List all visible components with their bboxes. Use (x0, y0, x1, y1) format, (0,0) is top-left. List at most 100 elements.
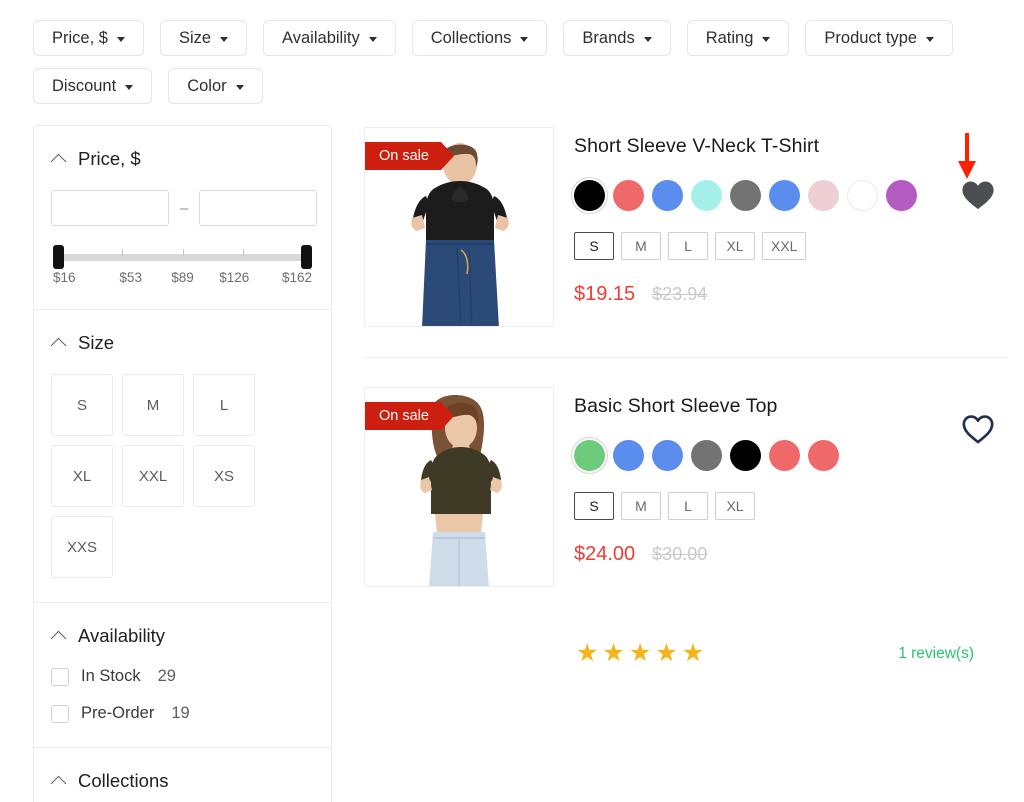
product-size-option[interactable]: S (574, 232, 614, 260)
star-rating[interactable]: ★ ★ ★ ★ ★ (576, 641, 704, 666)
slider-tick (243, 249, 245, 256)
checkbox-icon[interactable] (51, 667, 69, 686)
filter-chip-discount[interactable]: Discount (33, 68, 153, 104)
filter-chip-label: Collections (430, 28, 512, 47)
chevron-down-icon (926, 36, 935, 42)
price-slider-labels: $16 $53 $89 $126 $162 (53, 270, 312, 285)
product-size-option[interactable]: M (621, 232, 661, 260)
facet-price: Price, $ – $16 $53 $89 $126 $162 (34, 126, 331, 310)
color-swatch[interactable] (769, 440, 800, 471)
price-max-input[interactable] (199, 190, 318, 226)
review-count-link[interactable]: 1 review(s) (898, 645, 974, 663)
facet-availability-title: Availability (78, 625, 166, 646)
filter-chip-brands[interactable]: Brands (563, 20, 671, 56)
product-size-list: S M L XL (574, 492, 1009, 520)
color-swatch[interactable] (574, 440, 605, 471)
product-title[interactable]: Short Sleeve V-Neck T-Shirt (574, 135, 1009, 158)
heart-filled-icon (962, 181, 994, 210)
size-option[interactable]: XXL (122, 445, 184, 507)
color-swatch[interactable] (847, 180, 878, 211)
color-swatch[interactable] (730, 180, 761, 211)
chevron-down-icon (368, 36, 377, 42)
price-min-input[interactable] (51, 190, 169, 226)
price-slider[interactable]: $16 $53 $89 $126 $162 (51, 245, 314, 285)
facet-collections-header[interactable]: Collections (50, 770, 314, 792)
filter-chip-price[interactable]: Price, $ (33, 20, 144, 56)
product-size-option[interactable]: S (574, 492, 614, 520)
filter-chip-label: Availability (282, 28, 360, 47)
product-price: $24.00 (574, 543, 636, 565)
product-size-option[interactable]: XXL (762, 232, 807, 260)
size-option[interactable]: XL (51, 445, 113, 507)
slider-tick-label: $89 (171, 270, 194, 285)
product-image[interactable]: On sale (364, 387, 554, 587)
color-swatch[interactable] (613, 440, 644, 471)
slider-tick (182, 249, 184, 256)
filter-chip-label: Color (187, 76, 227, 95)
product-title[interactable]: Basic Short Sleeve Top (574, 395, 1009, 418)
size-option[interactable]: M (122, 374, 184, 436)
size-option[interactable]: S (51, 374, 113, 436)
facet-price-title: Price, $ (78, 148, 141, 169)
filter-chip-label: Brands (582, 28, 635, 47)
color-swatch-list (574, 440, 1009, 471)
color-swatch[interactable] (691, 440, 722, 471)
price-slider-min-handle[interactable] (53, 245, 64, 269)
chevron-down-icon (116, 36, 125, 42)
facet-collections: Collections Featured 2 (34, 748, 331, 802)
filter-chip-color[interactable]: Color (168, 68, 263, 104)
option-label: Pre-Order (81, 704, 155, 722)
facet-size-title: Size (78, 332, 114, 353)
price-range-separator: – (180, 199, 189, 217)
filter-chip-availability[interactable]: Availability (263, 20, 396, 56)
color-swatch[interactable] (886, 180, 917, 211)
size-option[interactable]: XXS (51, 516, 113, 578)
chevron-down-icon (235, 84, 244, 90)
chevron-down-icon (220, 36, 229, 42)
price-slider-track[interactable] (53, 245, 312, 269)
chevron-down-icon (762, 36, 771, 42)
product-size-option[interactable]: XL (715, 492, 755, 520)
filter-chip-product-type[interactable]: Product type (805, 20, 954, 56)
product-size-option[interactable]: M (621, 492, 661, 520)
color-swatch[interactable] (574, 180, 605, 211)
product-size-option[interactable]: XL (715, 232, 755, 260)
facet-price-header[interactable]: Price, $ (50, 148, 314, 170)
facet-availability-header[interactable]: Availability (50, 625, 314, 647)
filter-chip-label: Price, $ (52, 28, 108, 47)
facet-size: Size S M L XL XXL XS XXS (34, 310, 331, 603)
on-sale-badge: On sale (365, 402, 454, 430)
facet-size-header[interactable]: Size (50, 332, 314, 354)
color-swatch[interactable] (769, 180, 800, 211)
availability-option-in-stock[interactable]: In Stock 29 (51, 667, 314, 686)
filter-chip-bar: Price, $ Size Availability Collections Brand… (0, 0, 1000, 104)
slider-tick-label: $53 (119, 270, 142, 285)
price-slider-max-handle[interactable] (301, 245, 312, 269)
product-list: On sale Short Sleeve V-Neck T-Shirt S M … (364, 125, 1009, 666)
filter-chip-size[interactable]: Size (159, 20, 248, 56)
product-details: Basic Short Sleeve Top S M L XL $24.00 $… (574, 387, 1009, 587)
color-swatch[interactable] (808, 440, 839, 471)
checkbox-icon[interactable] (51, 704, 69, 723)
color-swatch[interactable] (808, 180, 839, 211)
product-price-row: $24.00 $30.00 (574, 543, 1009, 566)
size-option[interactable]: L (193, 374, 255, 436)
availability-option-pre-order[interactable]: Pre-Order 19 (51, 704, 314, 723)
color-swatch[interactable] (613, 180, 644, 211)
product-compare-price: $23.94 (652, 284, 708, 304)
size-option[interactable]: XS (193, 445, 255, 507)
wishlist-heart-button[interactable] (961, 413, 995, 447)
filter-chip-collections[interactable]: Collections (411, 20, 548, 56)
product-details: Short Sleeve V-Neck T-Shirt S M L XL XXL… (574, 127, 1009, 327)
filter-chip-rating[interactable]: Rating (686, 20, 790, 56)
wishlist-heart-button[interactable] (961, 179, 995, 213)
product-size-option[interactable]: L (668, 232, 708, 260)
product-size-option[interactable]: L (668, 492, 708, 520)
chevron-up-icon (50, 775, 67, 791)
product-image[interactable]: On sale (364, 127, 554, 327)
color-swatch[interactable] (730, 440, 761, 471)
color-swatch[interactable] (652, 180, 683, 211)
chevron-down-icon (643, 36, 652, 42)
color-swatch[interactable] (652, 440, 683, 471)
color-swatch[interactable] (691, 180, 722, 211)
